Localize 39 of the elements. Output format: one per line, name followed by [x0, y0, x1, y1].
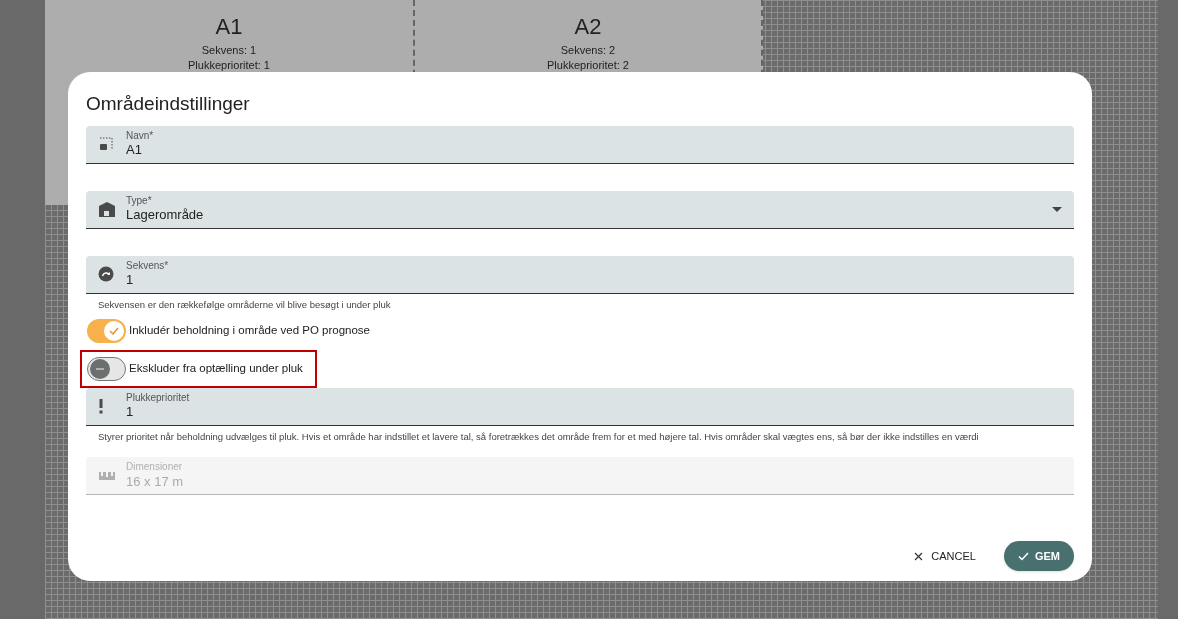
- field-value: 16 x 17 m: [126, 473, 185, 490]
- field-label: Dimensioner: [126, 461, 184, 474]
- area-detail: Sekvens: 2: [560, 43, 616, 58]
- save-button[interactable]: GEM: [1003, 541, 1074, 571]
- area-name: A1: [215, 13, 243, 41]
- helper-text: Sekvensen er den rækkefølge områderne vil blive besøgt i under pluk: [97, 297, 392, 312]
- area-detail: Plukkeprioritet: 2: [547, 58, 629, 73]
- field-value: 1: [126, 404, 135, 421]
- name-tag-icon: [98, 136, 114, 152]
- select-field[interactable]: Type* Lagerområde: [86, 190, 1074, 229]
- dialog-title: Områdeindstillinger: [86, 92, 251, 116]
- field-label: Sekvens*: [126, 259, 170, 273]
- toggle-label: Ekskluder fra optælling under pluk: [129, 361, 303, 377]
- field-value: Lagerområde: [126, 207, 205, 224]
- check-icon: [1017, 551, 1029, 561]
- field-value: 1: [126, 272, 135, 289]
- ruler-icon: [98, 470, 116, 481]
- input-field[interactable]: Navn* A1: [86, 125, 1074, 164]
- redo-circle-icon: [98, 266, 114, 282]
- dropdown-caret-icon: [1052, 206, 1062, 212]
- exclamation-icon: [98, 398, 104, 415]
- field-value: A1: [126, 142, 143, 159]
- area-detail: Plukkeprioritet: 1: [188, 58, 270, 73]
- warehouse-icon: [98, 201, 116, 217]
- input-field[interactable]: Plukkeprioritet 1: [86, 387, 1074, 426]
- helper-text: Styrer prioritet når beholdning udvælges til pluk. Hvis et område har indstillet et lavere tal, så foretrækkes det område frem for et med højere tal. Hvis områder skal vægtes ens, så bør der ikke indstilles en værdi: [97, 429, 980, 444]
- area-name: A2: [574, 13, 602, 41]
- field-label: Type*: [126, 194, 153, 208]
- field-label: Navn*: [126, 129, 155, 143]
- minus-knob-icon: [90, 358, 110, 379]
- close-icon: [914, 551, 924, 561]
- input-field[interactable]: Sekvens* 1: [86, 255, 1074, 294]
- toggle-switch[interactable]: [87, 318, 126, 343]
- field-label: Plukkeprioritet: [126, 391, 191, 405]
- toggle-label: Inkludér beholdning i område ved PO prognose: [129, 323, 371, 339]
- area-detail: Sekvens: 1: [201, 43, 257, 58]
- toggle-switch[interactable]: [87, 356, 126, 381]
- check-knob-icon: [104, 320, 124, 341]
- cancel-button[interactable]: CANCEL: [910, 541, 980, 571]
